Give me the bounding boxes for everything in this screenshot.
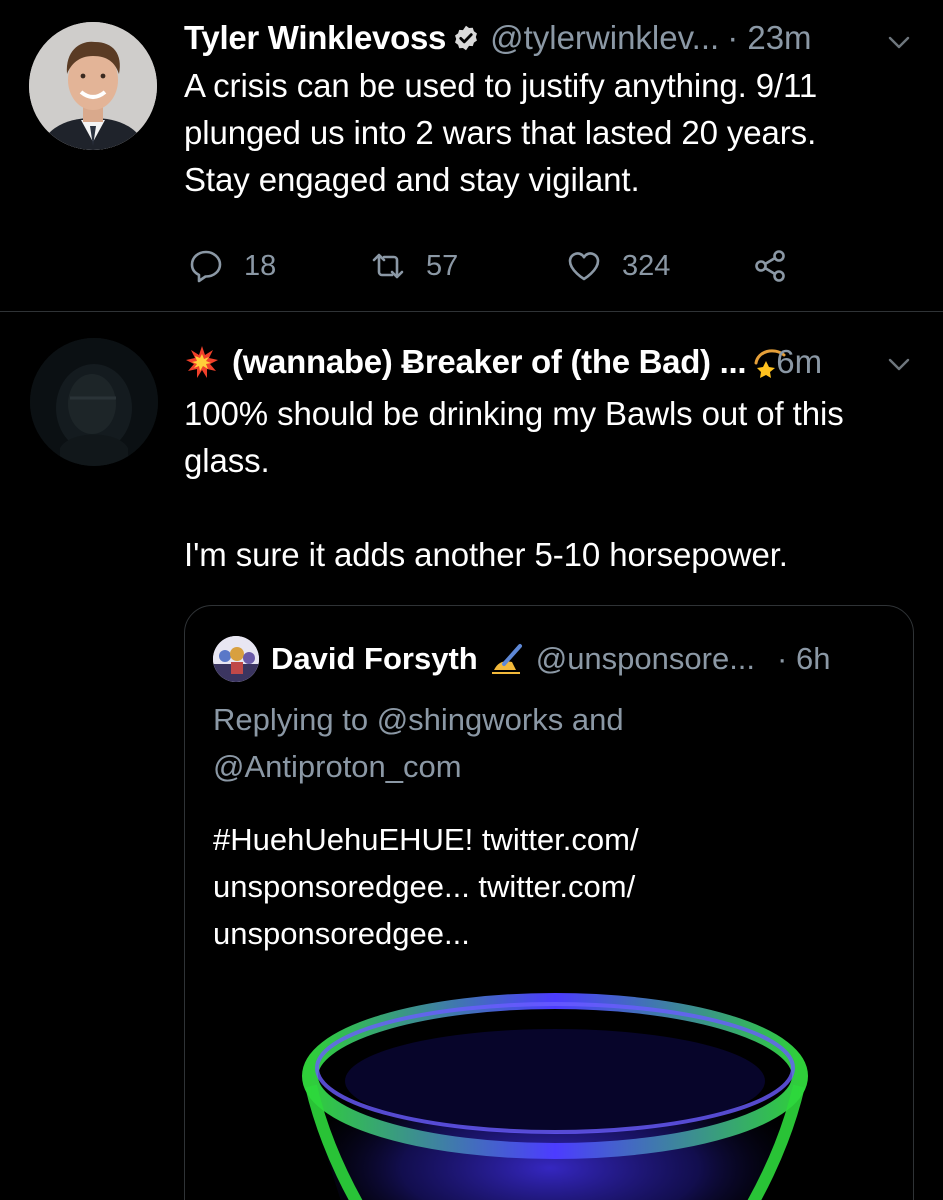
- replying-to-line[interactable]: Replying to @shingworks and: [213, 696, 624, 743]
- tweet-text-line: plunged us into 2 wars that lasted 20 ye…: [184, 114, 817, 151]
- tweet-text-line[interactable]: #HuehUehuEHUE! twitter.com/: [213, 816, 639, 863]
- reply-icon: [190, 250, 222, 283]
- retweet-icon: [372, 253, 404, 279]
- handle[interactable]: @unsponsore...: [536, 641, 755, 677]
- reply-count: 18: [244, 249, 277, 282]
- tweet-text-line[interactable]: unsponsoredgee...: [213, 910, 639, 957]
- reply-button[interactable]: 18: [188, 244, 276, 288]
- like-count: 324: [622, 249, 671, 282]
- display-name[interactable]: David Forsyth: [271, 641, 478, 677]
- tweet-text-line: I'm sure it adds another 5-10 horsepower…: [184, 536, 788, 573]
- explosion-emoji-icon: [184, 344, 220, 380]
- tweet-header: (wannabe) Ƀreaker of (the Bad) ... 6m: [184, 340, 913, 384]
- quoted-tweet-text: #HuehUehuEHUE! twitter.com/ unsponsoredg…: [213, 816, 639, 957]
- tweet-text: A crisis can be used to justify anything…: [184, 62, 914, 203]
- tweet-divider: [0, 311, 943, 312]
- chevron-down-icon[interactable]: [885, 350, 913, 378]
- share-icon: [755, 250, 785, 282]
- tweet-header: Tyler Winklevoss @tylerwinklev... · 23m: [184, 16, 913, 60]
- tweet-text-line: glass.: [184, 442, 270, 479]
- display-name[interactable]: Tyler Winklevoss: [184, 19, 446, 57]
- avatar[interactable]: [213, 636, 259, 682]
- retweet-button[interactable]: 57: [370, 244, 458, 288]
- verified-badge-icon: [452, 24, 480, 52]
- chevron-down-icon[interactable]: [885, 28, 913, 56]
- timestamp[interactable]: 6m: [776, 343, 822, 381]
- display-name[interactable]: (wannabe) Ƀreaker of (the Bad) ...: [232, 343, 747, 381]
- timestamp[interactable]: · 23m: [727, 19, 811, 57]
- like-button[interactable]: 324: [566, 244, 670, 288]
- timeline: Tyler Winklevoss @tylerwinklev... · 23m …: [0, 0, 943, 1200]
- tweet-text-line[interactable]: unsponsoredgee... twitter.com/: [213, 863, 639, 910]
- media-image[interactable]: [185, 976, 913, 1200]
- heart-icon: [568, 252, 600, 281]
- quoted-tweet-header: David Forsyth @unsponsore... · 6h: [213, 636, 830, 682]
- retweet-count: 57: [426, 249, 459, 282]
- tweet-text: 100% should be drinking my Bawls out of …: [184, 390, 914, 578]
- tweet[interactable]: Tyler Winklevoss @tylerwinklev... · 23m …: [0, 0, 943, 312]
- handle[interactable]: @tylerwinklev...: [490, 19, 719, 57]
- replying-to: Replying to @shingworks and @Antiproton_…: [213, 696, 624, 790]
- quoted-tweet[interactable]: David Forsyth @unsponsore... · 6h Replyi…: [184, 605, 914, 1200]
- writing-hand-emoji-icon: [490, 642, 524, 676]
- timestamp[interactable]: · 6h: [777, 641, 830, 677]
- tweet-text-line: Stay engaged and stay vigilant.: [184, 161, 640, 198]
- tweet-text-line: A crisis can be used to justify anything…: [184, 67, 818, 104]
- avatar[interactable]: [29, 22, 157, 150]
- tweet-text-line: 100% should be drinking my Bawls out of …: [184, 395, 844, 432]
- avatar[interactable]: [30, 338, 158, 466]
- share-button[interactable]: [752, 244, 788, 288]
- replying-to-line[interactable]: @Antiproton_com: [213, 743, 624, 790]
